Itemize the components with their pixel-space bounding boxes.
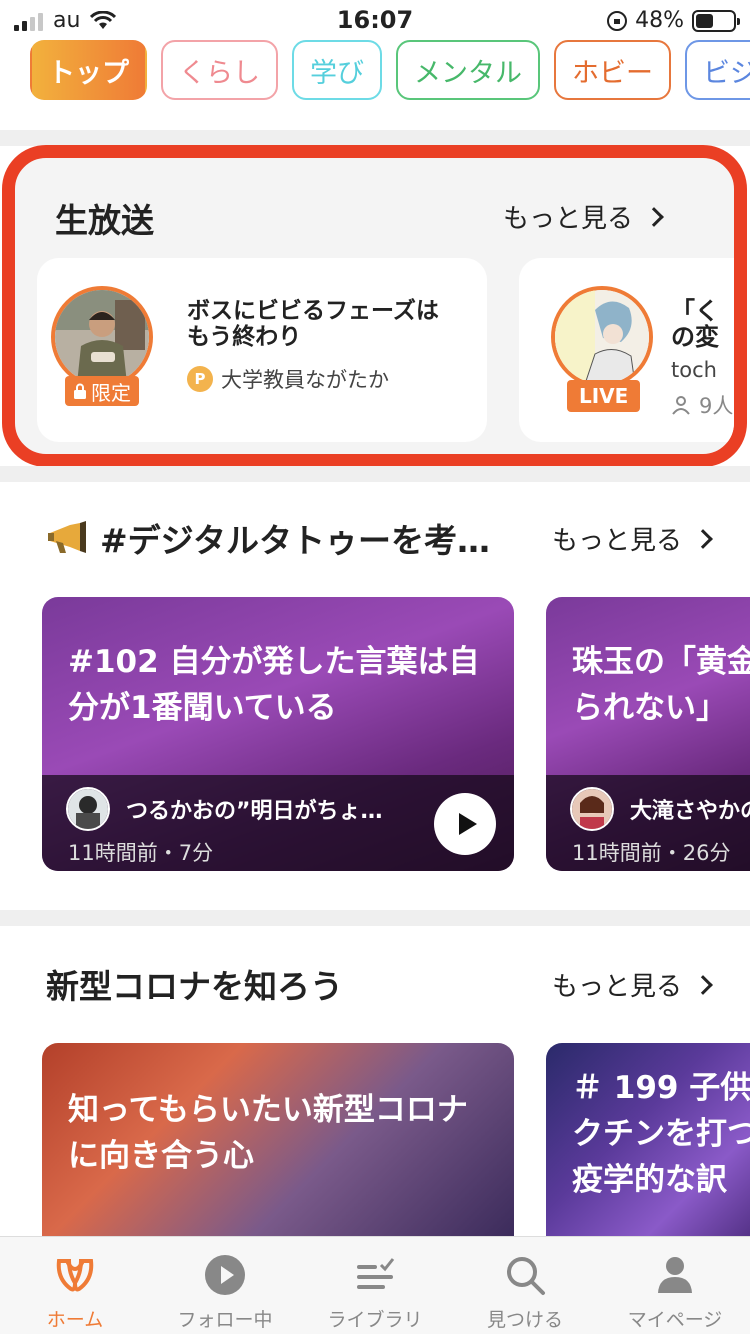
- live-card-title: 「く の変: [671, 298, 719, 350]
- live-section-inner: 生放送 もっと見る 限定 ボスにビビるフェーズは もう終わり P 大学教員ながた…: [25, 170, 734, 444]
- author-avatar: [570, 787, 614, 831]
- category-tab-business[interactable]: ビジ: [685, 40, 750, 100]
- host-avatar: [51, 286, 153, 388]
- title-line: ＃ 199 子供: [572, 1070, 750, 1106]
- limited-badge: 限定: [65, 376, 139, 406]
- listener-count-label: 9人: [699, 394, 734, 418]
- episode-title: ＃ 199 子供 クチンを打つ 疫学的な訳: [572, 1065, 750, 1203]
- tab-label: 見つける: [486, 1309, 563, 1331]
- section-title: 新型コロナを知ろう: [46, 967, 343, 1006]
- title-line: クチンを打つ: [572, 1116, 750, 1152]
- listener-count: 9人: [671, 390, 733, 420]
- point-coin-icon: P: [187, 366, 213, 392]
- title-line: の変: [671, 323, 719, 351]
- section-divider: [0, 910, 750, 926]
- more-label: もっと見る: [552, 972, 683, 1002]
- live-section: 生放送 もっと見る 限定 ボスにビビるフェーズは もう終わり P 大学教員ながた…: [2, 145, 747, 467]
- live-badge: LIVE: [567, 380, 641, 412]
- library-icon: [357, 1258, 395, 1289]
- category-tab-hobby[interactable]: ホビー: [554, 40, 671, 100]
- home-icon: [56, 1259, 94, 1292]
- bottom-tab-bar: ホーム フォロー中 ライブラリ 見つける マイページ: [0, 1236, 750, 1334]
- battery-percent: 48%: [635, 8, 684, 33]
- status-bar: au 16:07 48%: [0, 0, 750, 40]
- more-label: もっと見る: [503, 204, 634, 234]
- search-icon: [507, 1257, 545, 1295]
- author-name: つるかおの”明日がちょ…: [126, 799, 383, 824]
- section-title: #デジタルタトゥーを考…: [100, 521, 490, 560]
- tab-following[interactable]: フォロー中: [150, 1237, 300, 1334]
- live-section-title: 生放送: [55, 201, 154, 240]
- title-line: 珠玉の「黄金: [572, 644, 750, 680]
- category-tab-kurashi[interactable]: くらし: [161, 40, 278, 100]
- category-tab-mental[interactable]: メンタル: [396, 40, 540, 100]
- episode-footer: つるかおの”明日がちょ… 11時間前・7分: [42, 775, 514, 871]
- tab-label: マイページ: [627, 1309, 723, 1331]
- episode-footer: 大滝さやかの 11時間前・26分: [546, 775, 750, 871]
- tab-mypage[interactable]: マイページ: [600, 1237, 750, 1334]
- author-avatar: [66, 787, 110, 831]
- category-tabs: トップ くらし 学び メンタル ホビー ビジ: [30, 40, 750, 100]
- corona-more-link[interactable]: もっと見る: [552, 966, 713, 1003]
- play-circle-icon: [205, 1255, 245, 1295]
- title-line: 「く: [671, 297, 719, 325]
- section-divider: [0, 466, 750, 482]
- person-icon: [658, 1257, 692, 1293]
- tab-label: ライブラリ: [327, 1309, 423, 1331]
- host-avatar: [551, 286, 653, 388]
- category-tab-top[interactable]: トップ: [30, 40, 147, 100]
- megaphone-icon: [48, 521, 86, 553]
- title-line: られない」: [572, 690, 727, 726]
- battery-icon: [692, 9, 740, 32]
- host-name: toch: [671, 358, 717, 382]
- episode-card[interactable]: #102 自分が発した言葉は自 分が1番聞いている つるかおの”明日がちょ… 1…: [42, 597, 514, 871]
- tab-home[interactable]: ホーム: [0, 1237, 150, 1334]
- title-line: 知ってもらいたい新型コロナ: [68, 1092, 468, 1128]
- section-divider: [0, 130, 750, 146]
- author-name: 大滝さやかの: [630, 799, 750, 824]
- tab-library[interactable]: ライブラリ: [300, 1237, 450, 1334]
- episode-title: 珠玉の「黄金 られない」: [572, 639, 750, 731]
- title-line: もう終わり: [187, 324, 302, 350]
- category-tab-manabi[interactable]: 学び: [292, 40, 382, 100]
- episode-title: 知ってもらいたい新型コロナ に向き合う心: [68, 1087, 468, 1179]
- episode-meta: 11時間前・26分: [572, 841, 731, 865]
- person-icon: [672, 396, 690, 415]
- tab-label: フォロー中: [177, 1309, 273, 1331]
- chevron-right-icon: [644, 206, 664, 227]
- orientation-lock-icon: [607, 10, 628, 31]
- episode-meta: 11時間前・7分: [68, 841, 214, 865]
- title-line: 疫学的な訳: [572, 1162, 727, 1198]
- episode-card[interactable]: 知ってもらいたい新型コロナ に向き合う心: [42, 1043, 514, 1243]
- corona-section-header: 新型コロナを知ろう: [46, 960, 343, 1008]
- live-card[interactable]: 限定 ボスにビビるフェーズは もう終わり P 大学教員ながたか: [37, 258, 487, 442]
- chevron-right-icon: [693, 528, 713, 549]
- episode-card[interactable]: ＃ 199 子供 クチンを打つ 疫学的な訳: [546, 1043, 750, 1243]
- live-card[interactable]: LIVE 「く の変 toch 9人: [519, 258, 734, 442]
- chevron-right-icon: [693, 974, 713, 995]
- digital-more-link[interactable]: もっと見る: [552, 520, 713, 557]
- lock-icon: [74, 383, 86, 399]
- play-button[interactable]: [434, 793, 496, 855]
- digital-section-header: #デジタルタトゥーを考…: [46, 514, 490, 562]
- title-line: #102 自分が発した言葉は自: [68, 644, 480, 680]
- title-line: ボスにビビるフェーズは: [187, 298, 439, 324]
- episode-card[interactable]: 珠玉の「黄金 られない」 大滝さやかの 11時間前・26分: [546, 597, 750, 871]
- status-right: 48%: [607, 8, 740, 33]
- title-line: 分が1番聞いている: [68, 690, 337, 726]
- host-name: 大学教員ながたか: [221, 368, 389, 392]
- live-more-link[interactable]: もっと見る: [503, 198, 664, 235]
- live-card-host: P 大学教員ながたか: [187, 364, 389, 394]
- title-line: に向き合う心: [68, 1138, 254, 1174]
- tab-label: ホーム: [46, 1309, 104, 1331]
- more-label: もっと見る: [552, 526, 683, 556]
- live-card-title: ボスにビビるフェーズは もう終わり: [187, 298, 439, 350]
- tab-discover[interactable]: 見つける: [450, 1237, 600, 1334]
- badge-label: 限定: [91, 380, 131, 405]
- episode-title: #102 自分が発した言葉は自 分が1番聞いている: [68, 639, 479, 731]
